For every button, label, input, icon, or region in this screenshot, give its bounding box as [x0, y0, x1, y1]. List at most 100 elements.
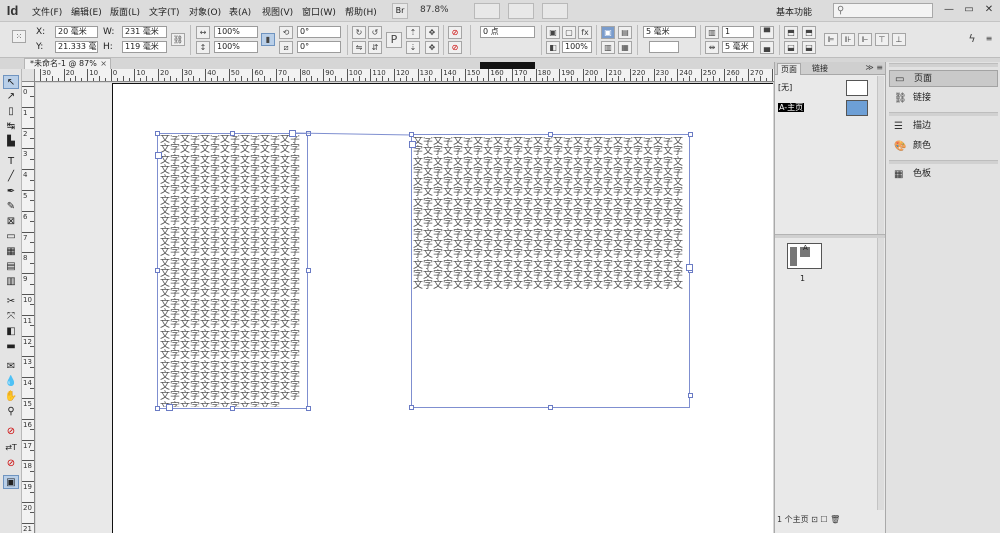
gutter-field[interactable]: 5 毫米 [643, 26, 696, 38]
select-previous-icon[interactable]: ✥ [425, 26, 439, 39]
align-top-edges-icon[interactable]: ⊤ [875, 33, 889, 46]
shear-angle-field[interactable]: 0° [297, 41, 341, 53]
scissors-tool-icon[interactable]: ✂ [3, 295, 19, 309]
stroke-weight-field[interactable]: 0 点 [480, 26, 535, 38]
panel-menu-icon[interactable]: ≫ ≡ [865, 63, 883, 72]
text-wrap-none-icon[interactable]: ▣ [601, 26, 615, 39]
align-h-centers-icon[interactable]: ⊪ [841, 33, 855, 46]
view-options-icon[interactable] [474, 3, 500, 19]
pencil-tool-icon[interactable]: ✎ [3, 200, 19, 214]
menu-type[interactable]: 文字(T) [149, 5, 180, 18]
master-none[interactable]: [无] [776, 80, 884, 97]
frame-handle[interactable] [155, 406, 160, 411]
workspace-switcher[interactable]: 基本功能 [776, 5, 812, 18]
frame-handle[interactable] [688, 132, 693, 137]
height-field[interactable]: 119 毫米 [122, 41, 167, 53]
rotation-angle-field[interactable]: 0° [297, 26, 341, 38]
zoom-level[interactable]: 87.8% [420, 5, 449, 15]
vertical-ruler[interactable]: 0 1 2 3 4 5 6 7 8 9 10 11 12 13 14 15 16 17 18 19 20 21 [22, 82, 35, 533]
fx-icon[interactable]: fx [578, 26, 592, 39]
dock-swatches[interactable]: ▦ 色板 [889, 166, 998, 183]
control-panel-menu-icon[interactable]: ≡ [982, 33, 996, 46]
page-tool-icon[interactable]: ▯ [3, 105, 19, 119]
rectangle-tool-icon[interactable]: ▭ [3, 230, 19, 244]
close-tab-icon[interactable]: × [100, 59, 107, 69]
menu-help[interactable]: 帮助(H) [345, 5, 377, 18]
frame-handle[interactable] [409, 132, 414, 137]
select-container-icon[interactable]: ⇡ [406, 26, 420, 39]
fill-stroke-swatch-icon[interactable]: ⊘ [3, 425, 19, 439]
link-scale-icon[interactable]: ▮ [261, 33, 275, 46]
lightning-icon[interactable]: ϟ [965, 33, 979, 46]
dock-links[interactable]: ⛓ 链接 [889, 90, 998, 107]
text-frame-right-content[interactable]: 文字文字文字文字文字文字文字文字文字文字文字文字文字文字文字文字文字文字文字文字… [413, 137, 689, 289]
out-port[interactable] [686, 264, 693, 271]
direct-selection-tool-icon[interactable]: ↗ [3, 90, 19, 104]
text-wrap-shape-icon[interactable]: ▥ [601, 41, 615, 54]
bridge-button[interactable]: Br [392, 3, 408, 19]
gradient-feather-tool-icon[interactable]: ▬ [3, 340, 19, 354]
tab-pages[interactable]: 页面 [777, 63, 801, 75]
scale-y-field[interactable]: 100% [214, 41, 258, 53]
frame-handle[interactable] [409, 405, 414, 410]
menu-table[interactable]: 表(A) [229, 5, 251, 18]
menu-object[interactable]: 对象(O) [189, 5, 221, 18]
note-tool-icon[interactable]: ✉ [3, 360, 19, 374]
frame-handle[interactable] [306, 268, 311, 273]
flip-vertical-icon[interactable]: ⇵ [368, 41, 382, 54]
stroke-none-icon[interactable]: ⊘ [448, 41, 462, 54]
frame-handle[interactable] [230, 131, 235, 136]
pen-tool-icon[interactable]: ✒ [3, 185, 19, 199]
eyedropper-tool-icon[interactable]: 💧 [3, 375, 19, 389]
in-port[interactable] [155, 152, 162, 159]
menu-view[interactable]: 视图(V) [262, 5, 293, 18]
page-thumbnail-1[interactable]: A [787, 243, 822, 269]
gradient-swatch-tool-icon[interactable]: ◧ [3, 325, 19, 339]
minimize-button[interactable]: — [940, 3, 958, 17]
rotate-cw-icon[interactable]: ↻ [352, 26, 366, 39]
rectangle-frame-tool-icon[interactable]: ⊠ [3, 215, 19, 229]
in-port[interactable] [409, 141, 416, 148]
align-right-edges-icon[interactable]: ⊩ [858, 33, 872, 46]
restore-button[interactable]: ▭ [960, 3, 978, 17]
panel-splitter[interactable] [775, 234, 886, 238]
screen-mode-icon[interactable] [508, 3, 534, 19]
arrange-documents-icon[interactable] [542, 3, 568, 19]
close-button[interactable]: ✕ [980, 3, 998, 17]
reference-point-icon[interactable]: ⁙ [12, 30, 26, 43]
align-left-edges-icon[interactable]: ⊫ [824, 33, 838, 46]
select-next-icon[interactable]: ✥ [425, 41, 439, 54]
zoom-tool-icon[interactable]: ⚲ [3, 405, 19, 419]
align-v-centers-icon[interactable]: ⊥ [892, 33, 906, 46]
out-port[interactable] [289, 130, 296, 137]
help-search-input[interactable]: ⚲ [833, 3, 933, 18]
fill-none-icon[interactable]: ⊘ [448, 26, 462, 39]
document-tab[interactable]: *未命名-1 @ 87% × [24, 58, 111, 69]
vertical-justify-full-icon[interactable]: ⬓ [802, 41, 816, 54]
type-tool-icon[interactable]: T [3, 155, 19, 169]
masters-scrollbar[interactable] [877, 76, 884, 234]
frame-handle[interactable] [548, 405, 553, 410]
gap-tool-icon[interactable]: ↹ [3, 120, 19, 134]
text-wrap-jump-icon[interactable]: ▦ [618, 41, 632, 54]
frame-handle[interactable] [306, 406, 311, 411]
corner-options-field[interactable] [649, 41, 679, 53]
opacity-field[interactable]: 100% [562, 41, 592, 53]
x-position-field[interactable]: 20 毫米 [55, 26, 98, 38]
dock-color[interactable]: 🎨 颜色 [889, 138, 998, 155]
selection-tool-icon[interactable]: ↖ [3, 75, 19, 89]
text-frame-left-content[interactable]: 文字文字文字文字文字文字文字文字文字文字文字文字文字文字文字文字文字文字文字文字… [160, 135, 306, 407]
grid-tool-icon[interactable]: ▤ [3, 260, 19, 274]
swap-fill-stroke-icon[interactable]: ⇄T [3, 441, 19, 455]
width-field[interactable]: 231 毫米 [122, 26, 167, 38]
vertical-justify-center-icon[interactable]: ⬓ [784, 41, 798, 54]
frame-handle[interactable] [548, 132, 553, 137]
vertical-justify-bottom-icon[interactable]: ⬒ [802, 26, 816, 39]
master-a[interactable]: A-主页 [776, 100, 884, 117]
drop-shadow-icon[interactable]: ▣ [546, 26, 560, 39]
menu-file[interactable]: 文件(F) [32, 5, 62, 18]
columns-field[interactable]: 1 [722, 26, 754, 38]
content-collector-tool-icon[interactable]: ▙ [3, 135, 19, 149]
select-content-icon[interactable]: ⇣ [406, 41, 420, 54]
scale-x-field[interactable]: 100% [214, 26, 258, 38]
